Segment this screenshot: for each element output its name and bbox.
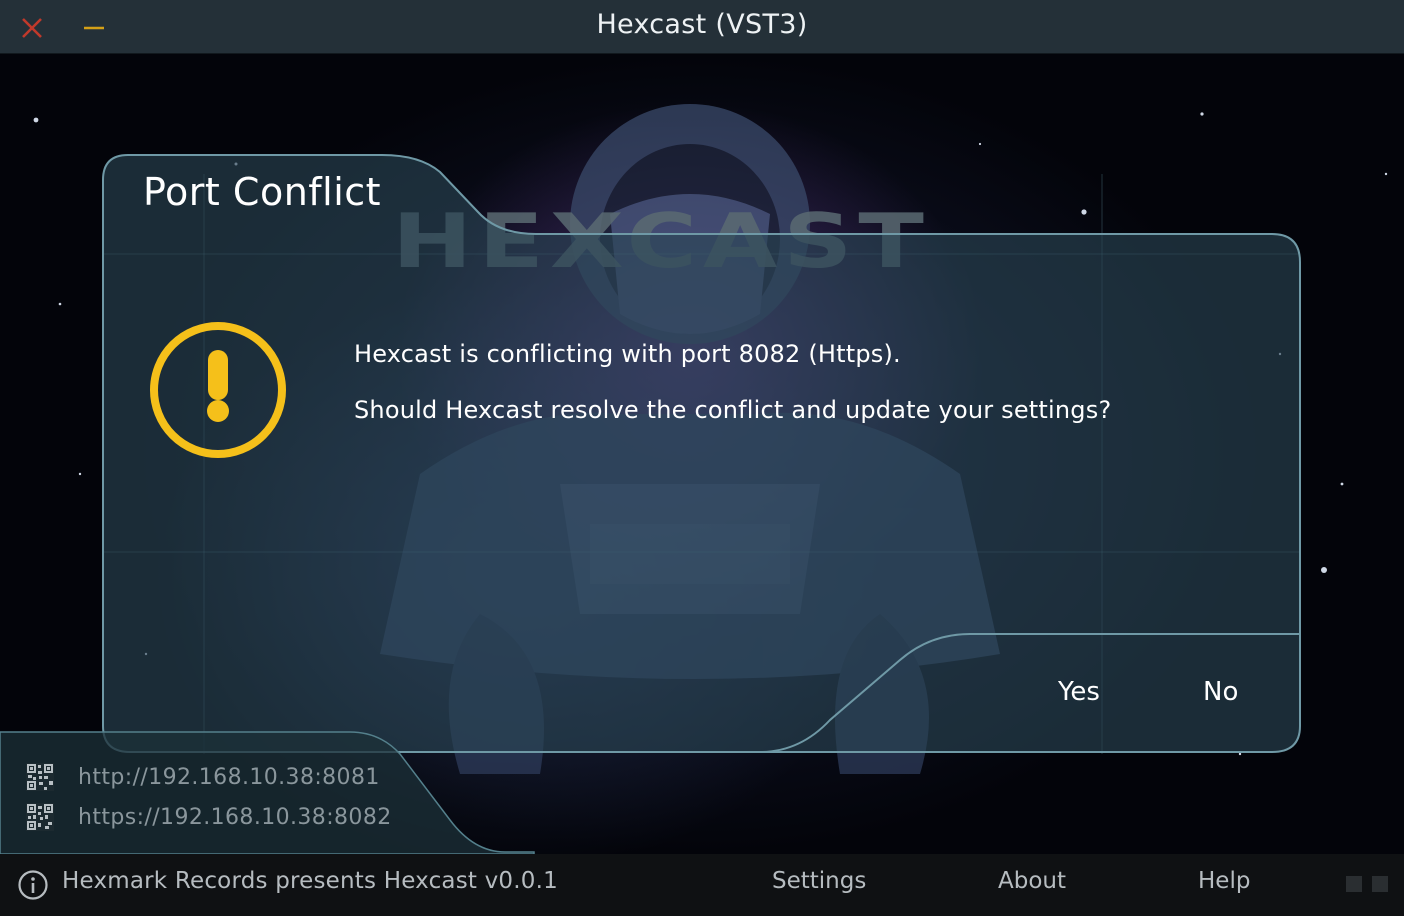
url-row-https: https://192.168.10.38:8082 [26,802,392,832]
dialog-title: Port Conflict [143,170,382,214]
https-url-link[interactable]: https://192.168.10.38:8082 [78,805,392,830]
qr-code-icon[interactable] [26,803,54,831]
dialog-message-line2: Should Hexcast resolve the conflict and … [354,396,1112,424]
window-title: Hexcast (VST3) [596,9,808,40]
about-link[interactable]: About [998,868,1066,894]
resize-indicator-square [1346,876,1362,892]
warning-exclamation-icon [148,320,288,460]
resize-indicator-square [1372,876,1388,892]
help-link[interactable]: Help [1198,868,1250,894]
settings-link[interactable]: Settings [772,868,866,894]
title-bar: Hexcast (VST3) [0,0,1404,54]
dialog-message-line1: Hexcast is conflicting with port 8082 (H… [354,340,901,368]
no-button[interactable]: No [1193,673,1248,711]
hexcast-logo: HEXCAST [392,197,930,286]
info-icon[interactable] [17,869,49,901]
bottom-bar: Hexmark Records presents Hexcast v0.0.1 … [0,854,1404,916]
status-text: Hexmark Records presents Hexcast v0.0.1 [62,868,558,894]
http-url-link[interactable]: http://192.168.10.38:8081 [78,765,380,790]
qr-code-icon[interactable] [26,763,54,791]
plugin-window: Hexcast (VST3) HEXCAST Port Conflict Hex… [0,0,1404,916]
url-row-http: http://192.168.10.38:8081 [26,762,380,792]
yes-button[interactable]: Yes [1048,673,1110,711]
